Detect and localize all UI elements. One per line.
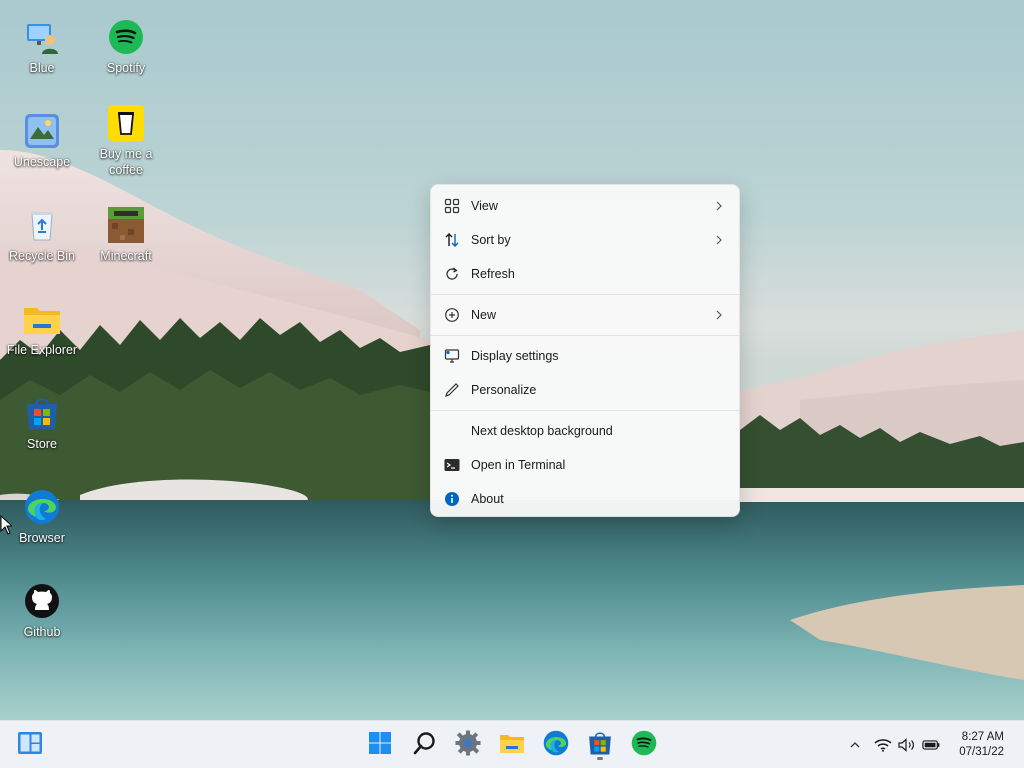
terminal-icon bbox=[443, 456, 461, 474]
coffee-cup-icon bbox=[107, 104, 145, 142]
plus-circle-icon bbox=[443, 306, 461, 324]
desktop-icon-store[interactable]: Store bbox=[0, 394, 84, 452]
pen-icon bbox=[443, 381, 461, 399]
menu-item-label: Sort by bbox=[471, 233, 511, 247]
minecraft-icon bbox=[107, 206, 145, 244]
menu-item-label: About bbox=[471, 492, 504, 506]
grid-icon bbox=[443, 197, 461, 215]
menu-item-refresh[interactable]: Refresh bbox=[431, 257, 739, 291]
menu-separator bbox=[431, 335, 739, 336]
menu-item-label: Display settings bbox=[471, 349, 559, 363]
widgets-button[interactable] bbox=[14, 729, 46, 761]
menu-item-personalize[interactable]: Personalize bbox=[431, 373, 739, 407]
recycle-bin-icon bbox=[23, 206, 61, 244]
search-icon bbox=[413, 731, 437, 760]
start-icon bbox=[368, 731, 392, 760]
menu-item-label: View bbox=[471, 199, 498, 213]
wifi-icon[interactable] bbox=[874, 737, 892, 753]
widgets-icon bbox=[17, 731, 43, 760]
menu-item-display-settings[interactable]: Display settings bbox=[431, 339, 739, 373]
menu-separator bbox=[431, 294, 739, 295]
chevron-right-icon bbox=[713, 309, 725, 321]
edge-taskbar-button[interactable] bbox=[540, 729, 572, 761]
clock-time: 8:27 AM bbox=[961, 731, 1004, 743]
spotify-taskbar-button[interactable] bbox=[628, 729, 660, 761]
github-icon bbox=[23, 582, 61, 620]
start-button[interactable] bbox=[364, 729, 396, 761]
menu-item-label: Personalize bbox=[471, 383, 537, 397]
spotify-icon bbox=[107, 18, 145, 56]
menu-item-open-in-terminal[interactable]: Open in Terminal bbox=[431, 448, 739, 482]
edge-icon bbox=[23, 488, 61, 526]
menu-item-about[interactable]: About bbox=[431, 482, 739, 516]
folder-icon bbox=[23, 300, 61, 338]
desktop-context-menu: View Sort by Refresh New Display setting… bbox=[430, 184, 740, 517]
sort-icon bbox=[443, 231, 461, 249]
menu-separator bbox=[431, 410, 739, 411]
menu-item-label: Next desktop background bbox=[471, 424, 613, 438]
menu-item-sort-by[interactable]: Sort by bbox=[431, 223, 739, 257]
settings-icon bbox=[455, 730, 481, 761]
volume-icon[interactable] bbox=[898, 737, 916, 753]
store-icon bbox=[587, 730, 613, 761]
desktop-icon-buy-me-a-coffee[interactable]: Buy me a coffee bbox=[84, 104, 168, 178]
taskbar: 8:27 AM 07/31/22 bbox=[0, 720, 1024, 768]
chevron-right-icon bbox=[713, 200, 725, 212]
file-explorer-taskbar-button[interactable] bbox=[496, 729, 528, 761]
menu-item-label: Open in Terminal bbox=[471, 458, 566, 472]
edge-icon bbox=[543, 730, 569, 761]
clock[interactable]: 8:27 AM 07/31/22 bbox=[959, 730, 1004, 760]
chevron-up-icon[interactable] bbox=[846, 737, 864, 753]
search-button[interactable] bbox=[409, 729, 441, 761]
desktop-icon-spotify[interactable]: Spotify bbox=[84, 18, 168, 76]
menu-item-view[interactable]: View bbox=[431, 189, 739, 223]
store-icon bbox=[23, 394, 61, 432]
mouse-cursor-icon bbox=[0, 514, 14, 540]
running-indicator bbox=[597, 757, 603, 760]
menu-item-label: Refresh bbox=[471, 267, 515, 281]
spotify-icon bbox=[631, 730, 657, 761]
menu-item-new[interactable]: New bbox=[431, 298, 739, 332]
menu-item-label: New bbox=[471, 308, 497, 322]
desktop-icon-github[interactable]: Github bbox=[0, 582, 84, 640]
display-icon bbox=[443, 347, 461, 365]
refresh-icon bbox=[443, 265, 461, 283]
desktop-icon-recycle-bin[interactable]: Recycle Bin bbox=[0, 206, 84, 264]
battery-icon[interactable] bbox=[922, 737, 940, 753]
desktop-icon-file-explorer[interactable]: File Explorer bbox=[0, 300, 84, 358]
user-monitor-icon bbox=[23, 18, 61, 56]
info-icon bbox=[443, 490, 461, 508]
chevron-right-icon bbox=[713, 234, 725, 246]
settings-button[interactable] bbox=[452, 729, 484, 761]
file-explorer-icon bbox=[499, 732, 525, 759]
desktop-icon-blue[interactable]: Blue bbox=[0, 18, 84, 76]
unescape-icon bbox=[23, 112, 61, 150]
desktop-icon-unescape[interactable]: Unescape bbox=[0, 112, 84, 170]
menu-item-next-desktop-background[interactable]: Next desktop background bbox=[431, 414, 739, 448]
store-taskbar-button[interactable] bbox=[584, 729, 616, 761]
desktop-icon-browser[interactable]: Browser bbox=[0, 488, 84, 546]
desktop-icon-minecraft[interactable]: Minecraft bbox=[84, 206, 168, 264]
clock-date: 07/31/22 bbox=[959, 746, 1004, 758]
